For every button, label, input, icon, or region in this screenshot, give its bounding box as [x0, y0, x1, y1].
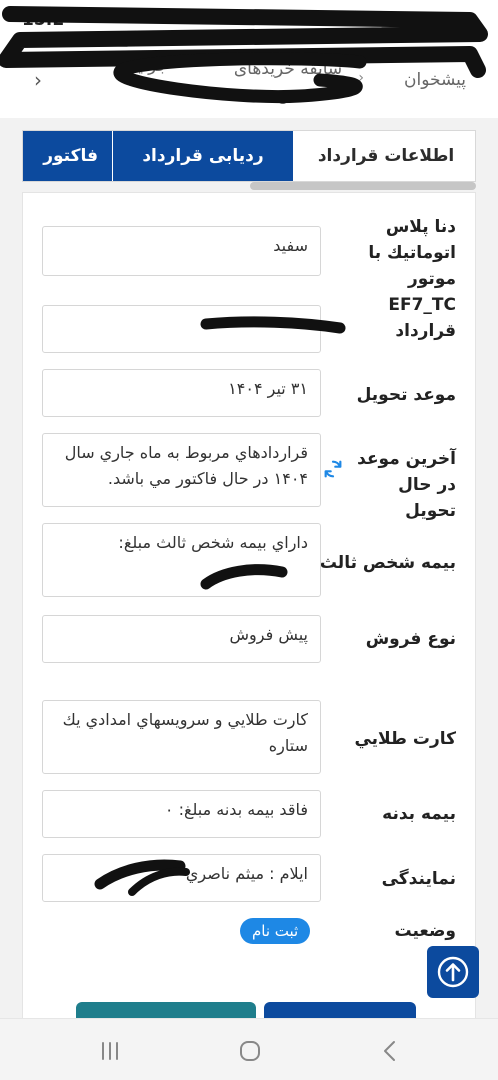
sale-type-label: نوع فروش [365, 629, 456, 649]
breadcrumb: پیشخوان ‹ سابقه خریدهای من جزئیات ‹ [0, 40, 498, 118]
breadcrumb-home[interactable]: پیشخوان [404, 70, 466, 90]
last-delivery-date-field: قراردادهاي مربوط به ماه جاري سال ۱۴۰۴ در… [42, 433, 321, 507]
contract-label: قرارداد [395, 321, 456, 341]
breadcrumb-separator: ‹ [358, 70, 364, 86]
back-icon[interactable] [374, 1035, 406, 1067]
recent-apps-icon[interactable] [94, 1035, 126, 1067]
agency-label: نمايندگی [381, 869, 456, 889]
product-color-field: سفيد [42, 226, 321, 276]
breadcrumb-purchase-history[interactable]: سابقه خریدهای من [228, 56, 348, 108]
breadcrumb-details: جزئیات [117, 56, 168, 76]
status-label: وضعيت [394, 921, 456, 941]
home-icon[interactable] [234, 1035, 266, 1067]
status-bar: 15:2 [0, 0, 498, 40]
tab-contract-tracking[interactable]: ردیابی قرارداد [113, 131, 294, 181]
contract-number-field [42, 305, 321, 353]
status-badge: ثبت نام [240, 918, 311, 944]
delivery-date-field: ۳۱ تير ۱۴۰۴ [42, 369, 321, 417]
body-insurance-label: بيمه بدنه [382, 804, 456, 824]
last-delivery-date-label: آخرين موعد در حال تحويل [357, 449, 456, 521]
tabs-scrollbar[interactable] [250, 182, 476, 190]
chevron-left-icon[interactable]: ‹ [34, 68, 42, 92]
golden-card-label: کارت طلايي [354, 729, 456, 749]
third-party-insurance-label: بيمه شخص ثالث [319, 553, 456, 573]
sale-type-field: پيش فروش [42, 615, 321, 663]
golden-card-field: کارت طلايي و سرويسهاي امدادي يك ستاره [42, 700, 321, 774]
body-insurance-field: فاقد بيمه بدنه مبلغ: ۰ [42, 790, 321, 838]
system-nav-bar [0, 1018, 498, 1080]
sync-icon[interactable] [322, 458, 344, 480]
tab-bar: اطلاعات قرارداد ردیابی قرارداد فاکتور [22, 130, 476, 182]
product-label: دنا پلاس اتوماتيك با موتور EF7_TC [368, 217, 456, 315]
arrow-up-circle-icon [437, 956, 469, 988]
delivery-date-label: موعد تحويل [356, 385, 456, 405]
scroll-to-top-button[interactable] [427, 946, 479, 998]
third-party-insurance-field: داراي بيمه شخص ثالث مبلغ: [42, 523, 321, 597]
tab-contract-info[interactable]: اطلاعات قرارداد [295, 131, 475, 181]
status-time: 15:2 [22, 10, 65, 30]
tab-invoice[interactable]: فاکتور [23, 131, 112, 181]
agency-field: ايلام : ميثم ناصري [42, 854, 321, 902]
